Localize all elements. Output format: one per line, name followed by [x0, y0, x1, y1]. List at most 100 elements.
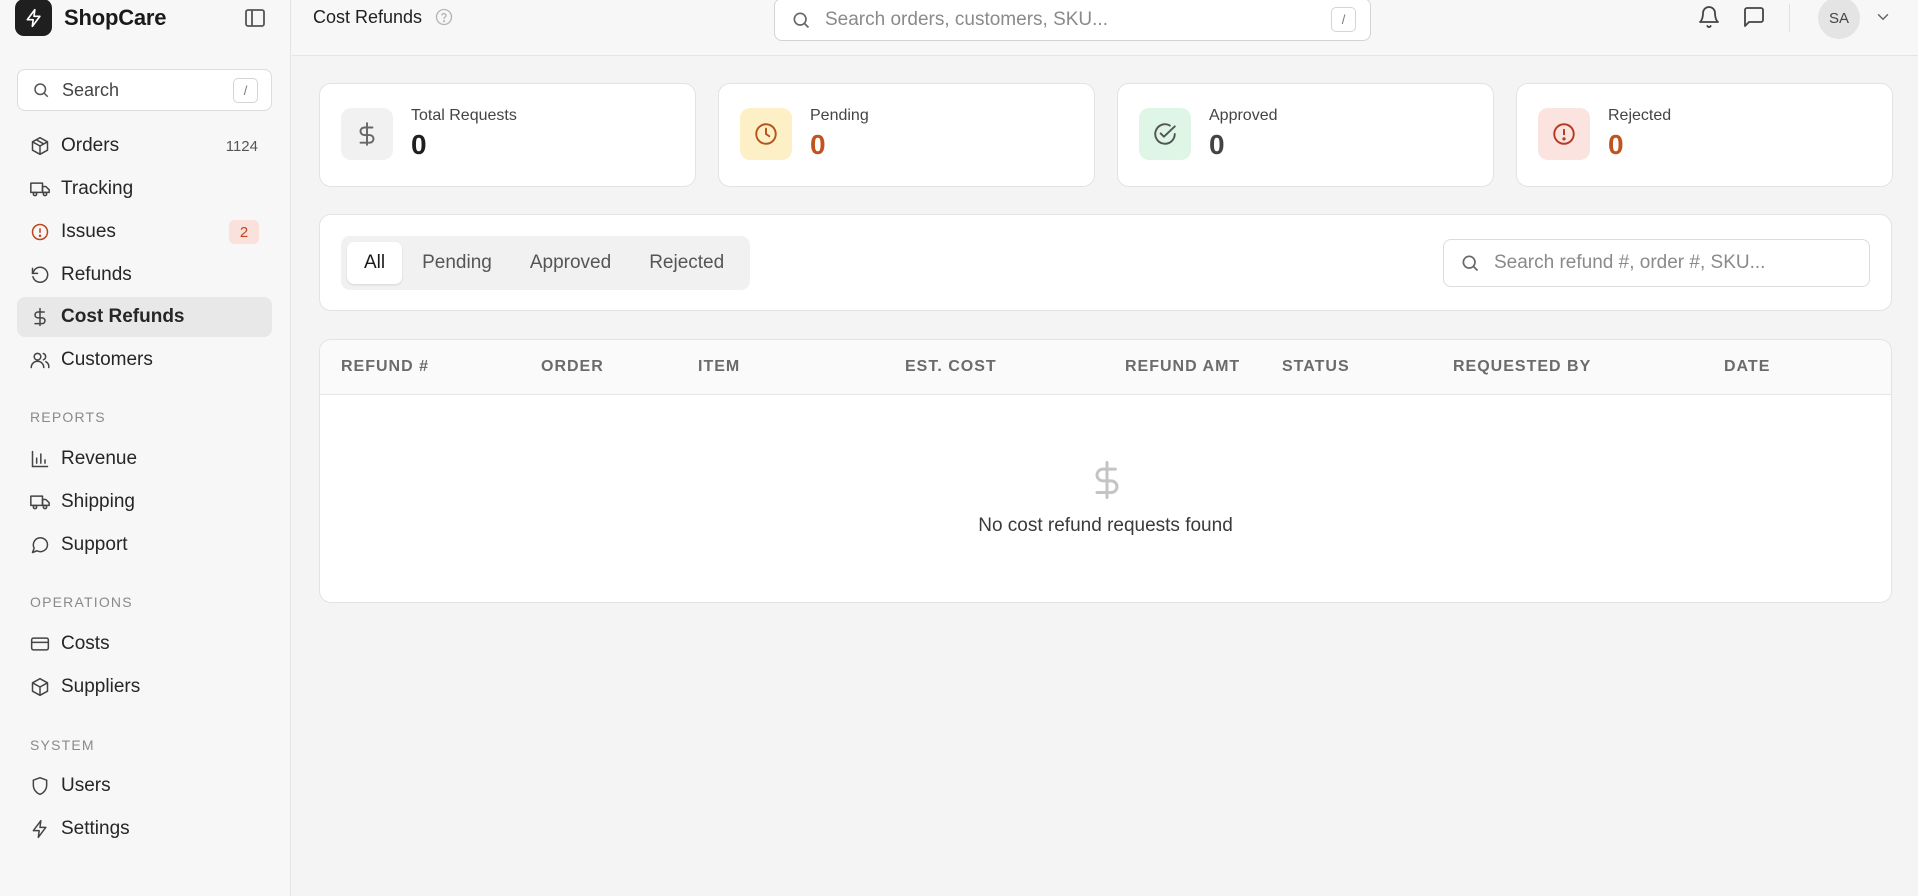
issues-count-badge: 2: [229, 220, 259, 244]
empty-state-icon-wrap: [1087, 458, 1127, 502]
stat-label: Rejected: [1608, 107, 1672, 124]
sidebar-item-refunds[interactable]: Refunds: [17, 255, 272, 295]
empty-state-message: No cost refund requests found: [978, 515, 1233, 536]
package-icon: [31, 136, 49, 156]
global-search-placeholder: Search orders, customers, SKU...: [825, 8, 1108, 30]
sidebar: ShopCare Search / Orders 1124 Tracking I…: [0, 0, 291, 896]
sidebar-item-tracking[interactable]: Tracking: [17, 169, 272, 209]
zap-icon: [26, 8, 41, 27]
sidebar-item-suppliers[interactable]: Suppliers: [17, 667, 272, 707]
help-button[interactable]: [434, 7, 454, 27]
dollar-icon: [1095, 461, 1119, 499]
brand-name: ShopCare: [64, 5, 167, 30]
cost-refunds-table: REFUND # ORDER ITEM EST. COST REFUND AMT…: [319, 339, 1892, 603]
top-header: Cost Refunds Search orders, customers, S…: [292, 0, 1918, 56]
stat-icon-wrap: [1538, 108, 1590, 160]
rotate-ccw-icon: [31, 266, 49, 283]
stat-label: Approved: [1209, 107, 1278, 124]
search-icon: [34, 83, 49, 98]
sidebar-item-label: Settings: [61, 818, 130, 839]
stat-card-pending: Pending 0: [718, 83, 1095, 187]
sidebar-search-placeholder: Search: [62, 79, 120, 100]
sidebar-item-label: Revenue: [61, 448, 138, 469]
column-header-est-cost[interactable]: EST. COST: [905, 358, 997, 376]
message-square-icon: [1744, 7, 1764, 27]
section-title-reports: REPORTS: [30, 409, 106, 425]
dollar-icon: [359, 122, 375, 146]
sidebar-item-issues[interactable]: Issues 2: [17, 212, 272, 252]
status-tabs: All Pending Approved Rejected: [341, 236, 751, 290]
sidebar-item-label: Shipping: [61, 491, 135, 512]
section-title-system: SYSTEM: [30, 737, 95, 753]
alert-circle-icon: [1553, 123, 1575, 145]
sidebar-item-label: Suppliers: [61, 676, 141, 697]
stat-value: 0: [1608, 129, 1624, 160]
sidebar-item-label: Refunds: [61, 264, 132, 285]
filter-bar: All Pending Approved Rejected Search ref…: [319, 214, 1892, 311]
search-icon: [1462, 255, 1479, 272]
sidebar-item-label: Users: [61, 775, 111, 796]
tab-rejected[interactable]: Rejected: [631, 242, 742, 284]
sidebar-item-revenue[interactable]: Revenue: [17, 439, 272, 479]
tab-pending[interactable]: Pending: [404, 242, 510, 284]
user-avatar[interactable]: SA: [1818, 0, 1860, 39]
column-header-status[interactable]: STATUS: [1282, 358, 1350, 376]
user-menu-toggle[interactable]: [1874, 8, 1892, 26]
stat-card-total-requests: Total Requests 0: [319, 83, 696, 187]
tab-approved[interactable]: Approved: [512, 242, 629, 284]
sidebar-item-users[interactable]: Users: [17, 766, 272, 806]
check-circle-icon: [1154, 123, 1176, 145]
column-header-item[interactable]: ITEM: [698, 358, 740, 376]
bell-icon: [1699, 6, 1719, 28]
brand-logo: [15, 0, 52, 36]
message-circle-icon: [31, 537, 49, 554]
sidebar-search-input[interactable]: Search /: [17, 69, 272, 111]
column-header-requested-by[interactable]: REQUESTED BY: [1453, 358, 1591, 376]
refund-search-input[interactable]: Search refund #, order #, SKU...: [1443, 239, 1870, 287]
notifications-button[interactable]: [1697, 5, 1721, 29]
truck-icon: [30, 182, 50, 197]
stat-icon-wrap: [740, 108, 792, 160]
credit-card-icon: [30, 637, 50, 651]
sidebar-item-label: Customers: [61, 349, 153, 370]
tab-all[interactable]: All: [347, 242, 403, 284]
global-search-input[interactable]: Search orders, customers, SKU... /: [774, 0, 1371, 41]
clock-icon: [755, 123, 777, 145]
brand[interactable]: ShopCare: [15, 0, 167, 36]
header-divider: [1789, 4, 1790, 32]
stat-value: 0: [411, 129, 427, 160]
sidebar-search-shortcut: /: [233, 78, 258, 103]
sidebar-item-costs[interactable]: Costs: [17, 624, 272, 664]
stat-card-approved: Approved 0: [1117, 83, 1494, 187]
sidebar-item-orders[interactable]: Orders 1124: [17, 126, 272, 166]
users-icon: [30, 352, 50, 369]
truck-icon: [30, 495, 50, 510]
column-header-order[interactable]: ORDER: [541, 358, 604, 376]
bar-chart-icon: [31, 450, 49, 468]
stat-label: Total Requests: [411, 107, 517, 124]
stat-label: Pending: [810, 107, 869, 124]
sidebar-item-label: Costs: [61, 633, 110, 654]
column-header-refund-amt[interactable]: REFUND AMT: [1125, 358, 1240, 376]
alert-circle-icon: [31, 223, 49, 241]
sidebar-item-label: Support: [61, 534, 128, 555]
global-search-shortcut: /: [1331, 7, 1356, 32]
page-title: Cost Refunds: [313, 7, 423, 27]
column-header-refund[interactable]: REFUND #: [341, 358, 429, 376]
sidebar-item-support[interactable]: Support: [17, 525, 272, 565]
help-circle-icon: [435, 8, 453, 26]
dollar-icon: [34, 307, 46, 327]
table-header: REFUND # ORDER ITEM EST. COST REFUND AMT…: [320, 340, 1891, 395]
sidebar-item-settings[interactable]: Settings: [17, 809, 272, 849]
sidebar-item-label: Cost Refunds: [61, 306, 185, 327]
sidebar-item-customers[interactable]: Customers: [17, 340, 272, 380]
sidebar-item-shipping[interactable]: Shipping: [17, 482, 272, 522]
messages-button[interactable]: [1742, 5, 1766, 29]
column-header-date[interactable]: DATE: [1724, 358, 1770, 376]
stat-value: 0: [1209, 129, 1225, 160]
stat-value: 0: [810, 129, 826, 160]
refund-search-placeholder: Search refund #, order #, SKU...: [1494, 252, 1766, 273]
sidebar-item-cost-refunds[interactable]: Cost Refunds: [17, 297, 272, 337]
sidebar-toggle-button[interactable]: [243, 6, 267, 30]
stat-card-rejected: Rejected 0: [1516, 83, 1893, 187]
